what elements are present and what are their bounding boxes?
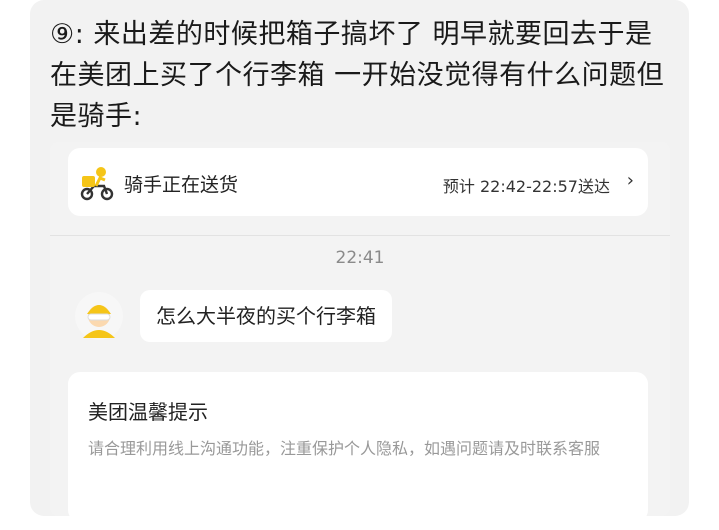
- screenshot-card: ⑨: 来出差的时候把箱子搞坏了 明早就要回去于是在美团上买了个行李箱 一开始没觉…: [30, 0, 689, 516]
- delivery-rider-icon: [80, 167, 114, 201]
- eta-text: 预计 22:42-22:57送达: [442, 177, 610, 196]
- caption: ⑨: 来出差的时候把箱子搞坏了 明早就要回去于是在美团上买了个行李箱 一开始没觉…: [50, 14, 670, 137]
- divider: [50, 235, 670, 236]
- message-timestamp: 22:41: [335, 248, 385, 268]
- caption-text: : 来出差的时候把箱子搞坏了 明早就要回去于是在美团上买了个行李箱 一开始没觉得…: [50, 19, 665, 132]
- message-bubble[interactable]: 怎么大半夜的买个行李箱: [140, 290, 392, 342]
- tip-body: 请合理利用线上沟通功能，注重保护个人隐私，如遇问题请及时联系客服: [88, 439, 601, 458]
- chat-panel: 骑手正在送货 预计 22:42-22:57送达 › 22:41 怎么大半夜的买个…: [50, 142, 670, 516]
- tip-title: 美团温馨提示: [88, 400, 208, 424]
- rider-status-card[interactable]: 骑手正在送货 预计 22:42-22:57送达 ›: [68, 148, 648, 216]
- warm-tip-card: 美团温馨提示 请合理利用线上沟通功能，注重保护个人隐私，如遇问题请及时联系客服: [68, 372, 648, 516]
- caption-number: ⑨: [50, 19, 75, 50]
- rider-avatar[interactable]: [75, 292, 123, 340]
- chevron-right-icon[interactable]: ›: [627, 170, 634, 191]
- rider-status-label: 骑手正在送货: [124, 174, 239, 196]
